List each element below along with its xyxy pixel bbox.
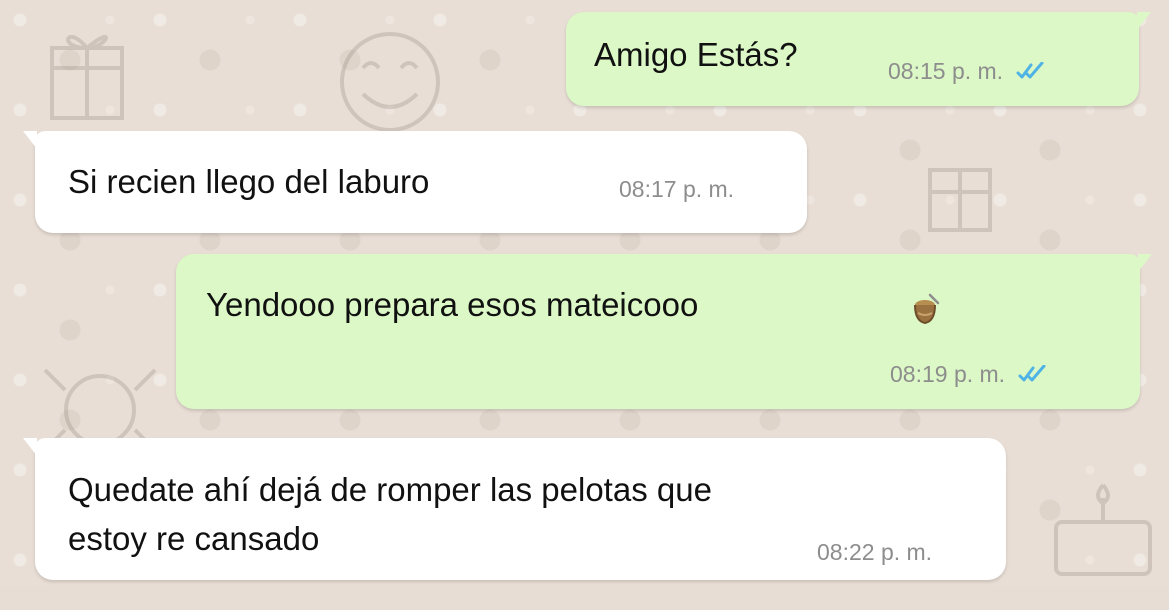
outgoing-message-bubble[interactable]: Yendooo prepara esos mateicooo 08:19 p. … bbox=[176, 254, 1152, 409]
message-timestamp: 08:17 p. m. bbox=[619, 176, 735, 202]
message-meta: 08:19 p. m. bbox=[890, 363, 1047, 386]
message-timestamp: 08:15 p. m. bbox=[888, 58, 1004, 84]
message-text-line-1: Quedate ahí dejá de romper las pelotas q… bbox=[68, 471, 712, 508]
gift-box-icon bbox=[50, 34, 124, 120]
message-text: Si recien llego del laburo bbox=[68, 163, 430, 200]
cake-icon bbox=[1054, 483, 1152, 576]
message-timestamp: 08:19 p. m. bbox=[890, 361, 1006, 387]
present-icon bbox=[928, 168, 992, 232]
message-meta: 08:22 p. m. bbox=[817, 541, 932, 564]
incoming-message-bubble[interactable]: Quedate ahí dejá de romper las pelotas q… bbox=[23, 438, 1006, 580]
message-meta: 08:15 p. m. bbox=[888, 60, 1045, 83]
message-meta: 08:17 p. m. bbox=[619, 178, 734, 201]
double-check-read-icon bbox=[1015, 61, 1045, 82]
message-timestamp: 08:22 p. m. bbox=[817, 539, 933, 565]
mate-icon bbox=[910, 293, 944, 327]
outgoing-message-bubble[interactable]: Amigo Estás? 08:15 p. m. bbox=[566, 12, 1151, 106]
message-text: Amigo Estás? bbox=[594, 36, 798, 73]
incoming-message-bubble[interactable]: Si recien llego del laburo 08:17 p. m. bbox=[23, 131, 807, 233]
message-text-line-2: estoy re cansado bbox=[68, 520, 320, 557]
double-check-read-icon bbox=[1017, 364, 1047, 385]
message-text: Yendooo prepara esos mateicooo bbox=[206, 286, 699, 323]
